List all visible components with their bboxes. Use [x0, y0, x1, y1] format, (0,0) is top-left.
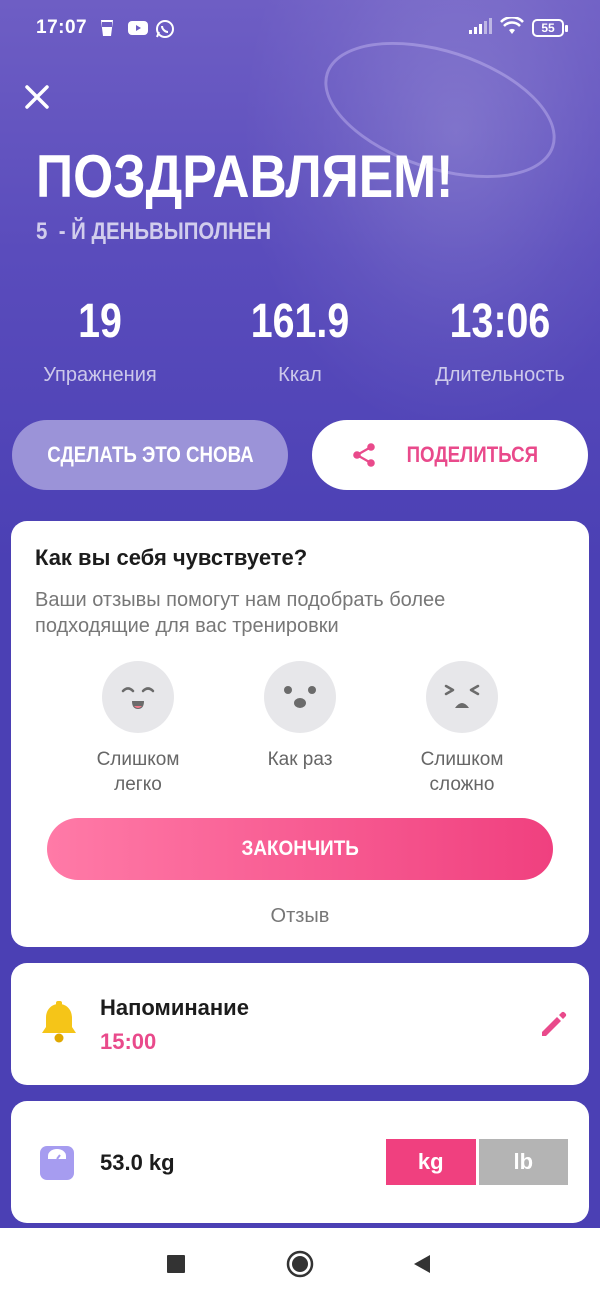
feedback-card: Как вы себя чувствуете? Ваши отзывы помо… [11, 521, 589, 947]
wifi-icon [500, 15, 524, 40]
strained-face-icon [426, 661, 498, 733]
stat-label: Ккал [278, 364, 322, 386]
back-triangle-icon [414, 1255, 430, 1273]
glass-icon [99, 19, 119, 37]
status-system-icons: 55 [468, 15, 568, 40]
relaxed-face-icon [102, 661, 174, 733]
share-button[interactable]: ПОДЕЛИТЬСЯ [312, 420, 588, 490]
edit-icon[interactable] [537, 1009, 569, 1041]
stat-label: Длительность [435, 364, 565, 386]
day-completed-subtitle: 5 - Й ДЕНЬВЫПОЛНЕН [36, 218, 271, 246]
day-number: 5 [36, 218, 48, 245]
close-icon [25, 85, 49, 109]
stat-label: Упражнения [43, 364, 157, 386]
mood-just-right[interactable]: Как раз [220, 661, 380, 772]
mood-too-hard[interactable]: Слишком сложно [382, 661, 542, 797]
workout-stats: 19 Упражнения 161.9 Ккал 13:06 Длительно… [0, 290, 600, 400]
mood-label-line1: Слишком [420, 749, 504, 770]
status-notification-icons [99, 19, 175, 38]
finish-button[interactable]: ЗАКОНЧИТЬ [47, 818, 553, 880]
do-again-button[interactable]: СДЕЛАТЬ ЭТО СНОВА [12, 420, 288, 490]
share-label: ПОДЕЛИТЬСЯ [406, 442, 538, 467]
recents-button[interactable] [162, 1250, 190, 1278]
weight-value: 53.0 kg [100, 1150, 175, 1175]
reminder-time: 15:00 [100, 1029, 157, 1054]
bell-icon [42, 1001, 76, 1043]
home-button[interactable] [286, 1250, 314, 1278]
whatsapp-icon [155, 19, 175, 38]
weight-card: 53.0 kg kg lb [11, 1101, 589, 1223]
unit-lb-button[interactable]: lb [478, 1139, 568, 1185]
mood-label: Слишком легко [58, 747, 218, 797]
feedback-title: Как вы себя чувствуете? [35, 545, 308, 570]
stat-value: 161.9 [250, 295, 350, 348]
status-bar: 17:07 55 [0, 0, 600, 56]
reminder-card[interactable]: Напоминание 15:00 [11, 963, 589, 1085]
mood-label-line1: Как раз [267, 749, 333, 770]
mood-too-easy[interactable]: Слишком легко [58, 661, 218, 797]
neutral-face-icon [264, 661, 336, 733]
scale-icon [40, 1146, 74, 1180]
feedback-description: Ваши отзывы помогут нам подобрать более … [35, 589, 446, 637]
mood-label-line1: Слишком [96, 749, 180, 770]
feedback-link[interactable]: Отзыв [11, 905, 589, 928]
youtube-icon [127, 19, 149, 37]
unit-kg-button[interactable]: kg [386, 1139, 476, 1185]
do-again-label: СДЕЛАТЬ ЭТО СНОВА [46, 442, 254, 467]
close-button[interactable] [18, 78, 56, 116]
circle-icon [286, 1250, 314, 1278]
share-icon [352, 443, 375, 467]
stat-duration: 13:06 Длительность [410, 290, 590, 387]
stat-value: 13:06 [449, 295, 551, 348]
system-nav-bar [0, 1228, 600, 1299]
signal-icon [468, 17, 492, 40]
stat-kcal: 161.9 Ккал [210, 290, 390, 387]
mood-label: Как раз [220, 747, 380, 772]
back-button[interactable] [408, 1250, 436, 1278]
mood-label-line2: сложно [429, 774, 495, 795]
congrats-title: ПОЗДРАВЛЯЕМ! [36, 143, 454, 210]
day-suffix: - Й ДЕНЬВЫПОЛНЕН [58, 218, 272, 245]
mood-label-line2: легко [114, 774, 162, 795]
battery-icon: 55 [532, 19, 568, 37]
stat-value: 19 [78, 295, 122, 348]
status-time: 17:07 [36, 17, 88, 38]
reminder-title: Напоминание [100, 995, 249, 1020]
finish-label: ЗАКОНЧИТЬ [241, 837, 359, 860]
unit-toggle: kg lb [386, 1139, 568, 1185]
mood-options: Слишком легко Как раз Слишком сложно [11, 661, 589, 801]
mood-label: Слишком сложно [382, 747, 542, 797]
stat-exercises: 19 Упражнения [10, 290, 190, 387]
square-icon [167, 1255, 185, 1273]
